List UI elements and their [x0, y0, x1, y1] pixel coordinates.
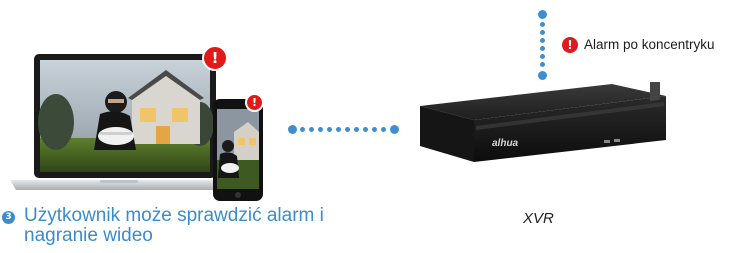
- alarm-icon: !: [560, 35, 580, 55]
- alarm-label: Alarm po koncentryku: [584, 37, 715, 52]
- dvr-recorder-icon: alhua: [420, 82, 666, 162]
- alarm-badge-icon: !: [202, 45, 228, 71]
- smartphone-icon: [213, 99, 263, 201]
- alarm-badge-icon: !: [245, 93, 264, 112]
- device-label: XVR: [523, 210, 554, 227]
- user-step-caption: Użytkownik może sprawdzić alarm i nagran…: [24, 205, 324, 246]
- brand-logo: alhua: [492, 138, 519, 149]
- laptop-icon: [10, 54, 228, 190]
- step-number-badge: 3: [2, 211, 15, 224]
